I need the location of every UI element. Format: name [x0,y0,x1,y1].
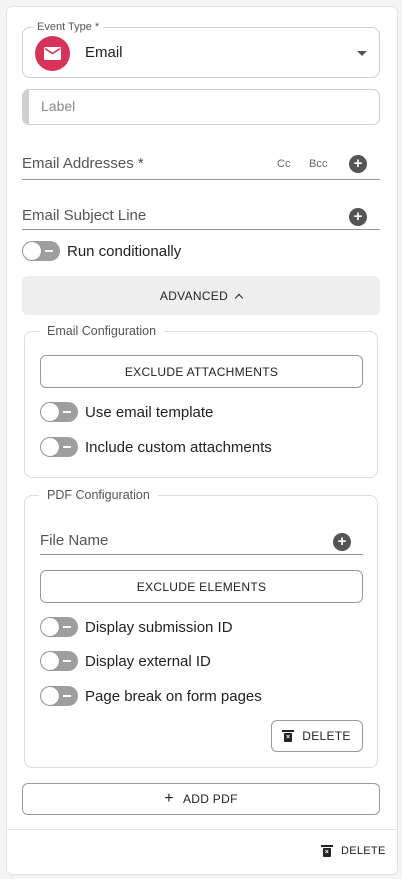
display-external-id-row: Display external ID [40,650,211,672]
exclude-elements-button[interactable]: EXCLUDE ELEMENTS [40,570,363,603]
file-name-field[interactable]: File Name + [40,527,363,555]
pdf-configuration-legend: PDF Configuration [39,488,158,503]
delete-pdf-button[interactable]: × DELETE [271,720,363,752]
pdf-configuration-section: PDF Configuration File Name + EXCLUDE EL… [24,488,378,768]
include-custom-attachments-toggle[interactable] [40,437,78,457]
cc-link[interactable]: Cc [277,158,290,170]
event-type-select[interactable]: Event Type * Email [22,21,380,78]
add-pdf-button[interactable]: + ADD PDF [22,783,380,815]
add-file-name-icon[interactable]: + [333,533,351,551]
email-configuration-section: Email Configuration EXCLUDE ATTACHMENTS … [24,324,378,478]
add-subject-icon[interactable]: + [349,208,367,226]
page-break-toggle[interactable] [40,686,78,706]
use-email-template-toggle[interactable] [40,402,78,422]
advanced-label: ADVANCED [159,288,229,303]
label-field[interactable] [22,89,380,125]
page-break-row: Page break on form pages [40,685,262,707]
use-email-template-row: Use email template [40,401,213,423]
delete-pdf-label: DELETE [302,729,351,743]
footer-divider [7,829,397,830]
page-break-label: Page break on form pages [85,687,262,705]
event-type-value: Email [85,44,123,61]
file-name-label: File Name [40,532,109,549]
add-pdf-label: ADD PDF [182,792,238,806]
run-conditionally-toggle[interactable] [22,241,60,261]
run-conditionally-row: Run conditionally [22,240,181,262]
delete-event-label: DELETE [341,845,386,857]
include-custom-attachments-row: Include custom attachments [40,436,272,458]
label-input[interactable] [41,98,361,114]
email-addresses-field[interactable]: Email Addresses * Cc Bcc + [22,150,380,180]
exclude-elements-label: EXCLUDE ELEMENTS [136,579,267,594]
email-configuration-legend: Email Configuration [39,324,165,339]
dropdown-caret-icon[interactable] [357,51,367,56]
email-subject-field[interactable]: Email Subject Line + [22,202,380,230]
event-type-label: Event Type * [33,21,104,34]
display-external-id-label: Display external ID [85,652,211,670]
label-field-accent [23,90,29,124]
add-email-address-icon[interactable]: + [349,155,367,173]
email-addresses-label: Email Addresses * [22,155,144,172]
plus-icon: + [164,790,174,807]
envelope-icon [35,36,70,71]
include-custom-attachments-label: Include custom attachments [85,438,272,456]
display-submission-id-label: Display submission ID [85,618,233,636]
display-external-id-toggle[interactable] [40,651,78,671]
bcc-link[interactable]: Bcc [309,158,327,170]
display-submission-id-row: Display submission ID [40,616,233,638]
chevron-up-icon [234,293,244,302]
use-email-template-label: Use email template [85,403,214,421]
display-submission-id-toggle[interactable] [40,617,78,637]
delete-event-button[interactable]: × DELETE [321,845,386,857]
exclude-attachments-label: EXCLUDE ATTACHMENTS [124,364,279,379]
email-subject-label: Email Subject Line [22,207,147,224]
run-conditionally-label: Run conditionally [67,242,182,260]
exclude-attachments-button[interactable]: EXCLUDE ATTACHMENTS [40,355,363,388]
advanced-toggle-button[interactable]: ADVANCED [22,276,380,315]
trash-icon: × [282,730,295,742]
trash-icon: × [321,845,333,857]
